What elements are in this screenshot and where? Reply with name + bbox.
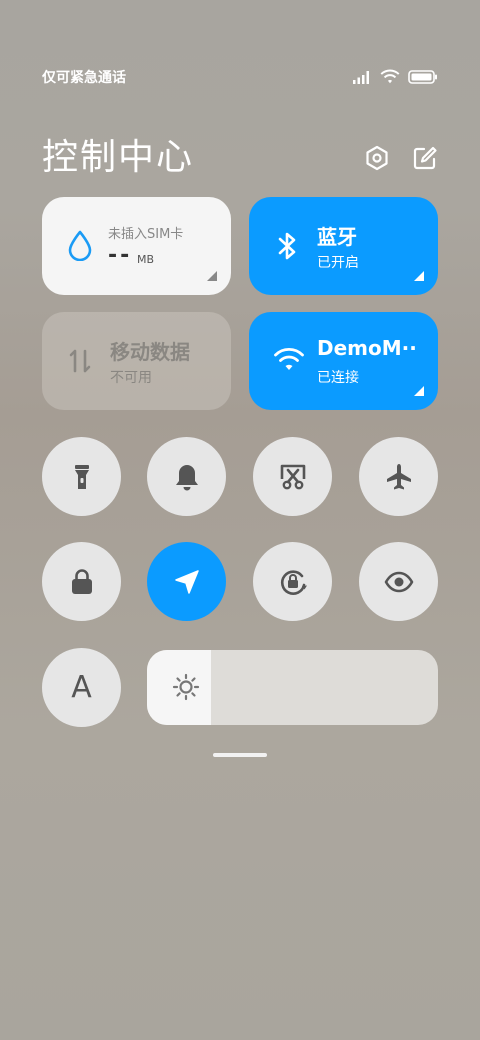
bluetooth-icon <box>278 232 296 260</box>
flashlight-icon <box>74 464 89 489</box>
rotation-lock-icon <box>280 569 307 595</box>
data-usage-value: -- <box>108 243 133 268</box>
settings-icon[interactable] <box>364 145 390 171</box>
eye-icon <box>384 571 413 592</box>
lock-icon <box>71 568 92 594</box>
mobile-data-label: 移动数据 <box>110 340 190 364</box>
wifi-network-name: DemoM·· <box>317 336 417 360</box>
font-size-label: A <box>71 670 92 705</box>
rotation-lock-toggle[interactable] <box>253 542 332 621</box>
edit-icon[interactable] <box>412 145 438 171</box>
data-usage-unit: MB <box>137 253 155 266</box>
status-icons <box>352 69 438 85</box>
expand-corner-icon <box>207 271 217 281</box>
mobile-data-tile[interactable]: 移动数据 不可用 <box>42 312 231 410</box>
wifi-status-icon <box>380 69 400 84</box>
screenshot-toggle[interactable] <box>253 437 332 516</box>
sim-status-label: 未插入SIM卡 <box>108 227 184 242</box>
location-icon <box>174 569 199 594</box>
expand-corner-icon <box>414 271 424 281</box>
water-drop-icon <box>68 230 92 261</box>
data-usage-tile[interactable]: 未插入SIM卡 -- MB <box>42 197 231 295</box>
reading-mode-toggle[interactable] <box>359 542 438 621</box>
bluetooth-tile[interactable]: 蓝牙 已开启 <box>249 197 438 295</box>
bell-icon <box>175 464 198 490</box>
flashlight-toggle[interactable] <box>42 437 121 516</box>
ring-mode-toggle[interactable] <box>147 437 226 516</box>
airplane-mode-toggle[interactable] <box>359 437 438 516</box>
screenshot-icon <box>280 464 305 489</box>
brightness-slider[interactable] <box>147 650 438 725</box>
wifi-icon <box>274 348 304 370</box>
battery-icon <box>408 70 437 84</box>
wifi-tile[interactable]: DemoM·· 已连接 <box>249 312 438 410</box>
brightness-sun-icon <box>172 673 200 701</box>
signal-icon <box>353 71 369 84</box>
mobile-data-icon <box>69 349 91 373</box>
status-bar: 仅可紧急通话 <box>42 66 438 88</box>
header-actions <box>364 145 438 171</box>
wifi-status: 已连接 <box>317 370 359 386</box>
page-title: 控制中心 <box>42 137 195 178</box>
bluetooth-label: 蓝牙 <box>317 225 357 249</box>
bluetooth-status: 已开启 <box>317 255 359 271</box>
carrier-status-text: 仅可紧急通话 <box>42 70 126 86</box>
lock-screen-toggle[interactable] <box>42 542 121 621</box>
location-toggle[interactable] <box>147 542 226 621</box>
font-size-button[interactable]: A <box>42 648 121 727</box>
expand-corner-icon <box>414 386 424 396</box>
airplane-icon <box>386 463 411 489</box>
mobile-data-status: 不可用 <box>110 370 152 386</box>
close-handle[interactable] <box>213 753 267 757</box>
